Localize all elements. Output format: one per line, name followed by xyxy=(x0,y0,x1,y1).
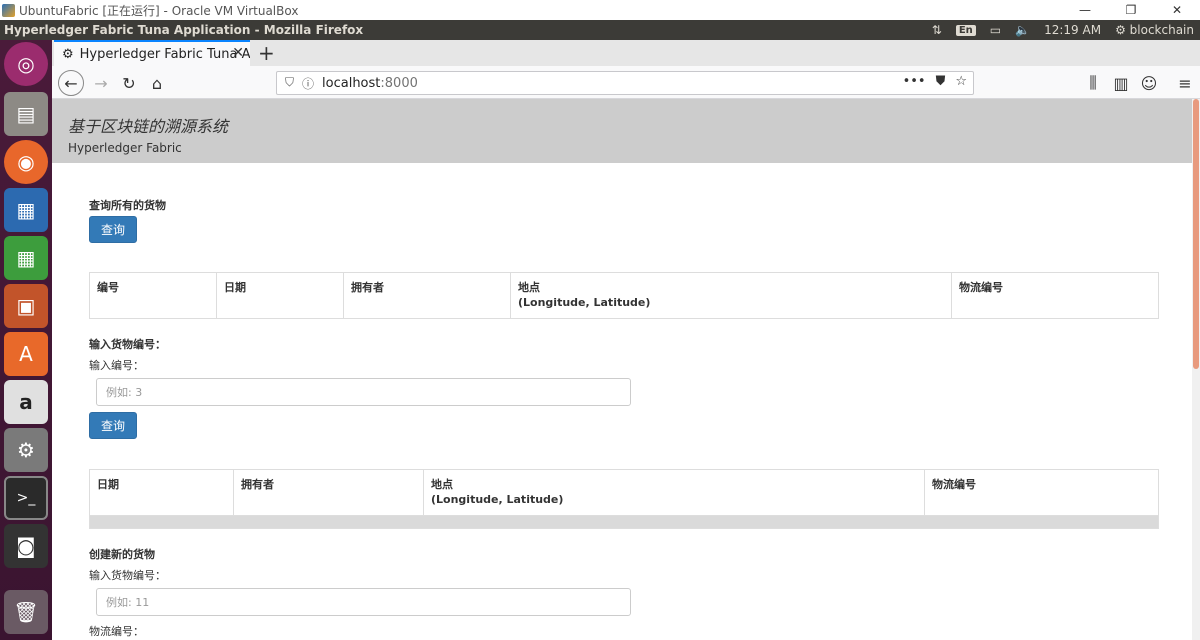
impress-icon[interactable]: ▣ xyxy=(4,284,48,328)
page-scrollbar[interactable] xyxy=(1192,99,1200,640)
page-title: 基于区块链的溯源系统 xyxy=(68,117,229,136)
col-owner: 拥有者 xyxy=(343,272,511,319)
page-actions-icon[interactable]: ••• xyxy=(903,74,926,89)
bookmark-star-icon[interactable]: ☆ xyxy=(955,74,967,89)
keyboard-layout[interactable]: En xyxy=(955,24,976,36)
clock[interactable]: 12:19 AM xyxy=(1044,23,1101,37)
col-location-label: 地点 xyxy=(431,478,453,491)
query-all-button[interactable]: 查询 xyxy=(89,216,137,243)
goods-id-input[interactable] xyxy=(96,378,631,406)
tab-favicon-icon: ⚙ xyxy=(62,46,74,62)
col-id: 编号 xyxy=(89,272,217,319)
create-id-label: 输入货物编号： xyxy=(89,569,166,582)
query-all-label: 查询所有的货物 xyxy=(89,199,166,212)
files-icon[interactable]: ▤ xyxy=(4,92,48,136)
sidebar-icon[interactable]: ▥ xyxy=(1108,70,1134,96)
active-app-title: Hyperledger Fabric Tuna Application - Mo… xyxy=(4,23,364,37)
calc-icon[interactable]: ▦ xyxy=(4,236,48,280)
host-window-title: UbuntuFabric [正在运行] - Oracle VM VirtualB… xyxy=(19,3,299,18)
table-header-row: 日期 拥有者 地点 (Longitude, Latitude) 物流编号 xyxy=(89,469,1159,516)
volume-icon[interactable]: 🔈 xyxy=(1015,23,1030,37)
query-one-label: 输入货物编号： xyxy=(89,338,166,351)
reload-icon[interactable]: ↻ xyxy=(116,70,142,96)
close-icon[interactable]: ✕ xyxy=(1154,0,1200,20)
tab-close-icon[interactable]: ✕ xyxy=(232,45,244,61)
col-location-sub: (Longitude, Latitude) xyxy=(431,493,564,506)
create-id-input[interactable] xyxy=(96,588,631,616)
url-bar[interactable]: ⛉ ⓘ localhost:8000 ••• ⛊ ☆ xyxy=(276,71,974,95)
forward-icon[interactable]: → xyxy=(88,70,114,96)
col-date: 日期 xyxy=(216,272,344,319)
restore-icon[interactable]: ❐ xyxy=(1108,0,1154,20)
software-center-icon[interactable]: A xyxy=(4,332,48,376)
page-header: 基于区块链的溯源系统 Hyperledger Fabric xyxy=(52,99,1192,163)
col-owner: 拥有者 xyxy=(233,469,424,516)
user-name: blockchain xyxy=(1129,23,1194,37)
new-tab-icon[interactable]: + xyxy=(258,41,275,65)
unity-launcher: ◎ ▤ ◉ ▦ ▦ ▣ A a ⚙ >_ ◙ 🗑 xyxy=(0,40,52,640)
firefox-icon[interactable]: ◉ xyxy=(4,140,48,184)
ubuntu-top-panel: Hyperledger Fabric Tuna Application - Mo… xyxy=(0,20,1200,40)
col-location-label: 地点 xyxy=(518,281,540,294)
goods-detail-table: 日期 拥有者 地点 (Longitude, Latitude) 物流编号 xyxy=(89,469,1159,529)
disk-icon[interactable]: ◙ xyxy=(4,524,48,568)
pocket-icon[interactable]: ⛊ xyxy=(936,74,946,89)
col-location: 地点 (Longitude, Latitude) xyxy=(510,272,952,319)
writer-icon[interactable]: ▦ xyxy=(4,188,48,232)
ubuntu-dash-icon[interactable]: ◎ xyxy=(4,42,48,86)
scrollbar-thumb[interactable] xyxy=(1193,99,1199,369)
browser-nav-bar: ← → ↻ ⌂ ⛉ ⓘ localhost:8000 ••• ⛊ ☆ ⫼ ▥ ☺ … xyxy=(52,66,1200,99)
host-window-titlebar: UbuntuFabric [正在运行] - Oracle VM VirtualB… xyxy=(0,0,1200,20)
info-icon[interactable]: ⓘ xyxy=(302,75,314,92)
tab-title: Hyperledger Fabric Tuna Application xyxy=(79,46,250,62)
network-icon[interactable]: ⇅ xyxy=(932,23,942,37)
col-logistics-id: 物流编号 xyxy=(951,272,1159,319)
back-icon[interactable]: ← xyxy=(58,70,84,96)
account-icon[interactable]: ☺ xyxy=(1136,70,1162,96)
minimize-icon[interactable]: — xyxy=(1062,0,1108,20)
page-subtitle: Hyperledger Fabric xyxy=(68,141,182,155)
settings-gear-icon: ⚙ xyxy=(1115,23,1126,37)
terminal-icon[interactable]: >_ xyxy=(4,476,48,520)
col-location: 地点 (Longitude, Latitude) xyxy=(423,469,925,516)
table-header-row: 编号 日期 拥有者 地点 (Longitude, Latitude) 物流编号 xyxy=(89,272,1159,319)
amazon-icon[interactable]: a xyxy=(4,380,48,424)
col-logistics-id: 物流编号 xyxy=(924,469,1159,516)
trash-icon[interactable]: 🗑 xyxy=(4,590,48,634)
table-row xyxy=(89,515,1159,529)
shield-icon[interactable]: ⛉ xyxy=(285,75,294,92)
system-settings-icon[interactable]: ⚙ xyxy=(4,428,48,472)
col-date: 日期 xyxy=(89,469,234,516)
home-icon[interactable]: ⌂ xyxy=(144,70,170,96)
battery-icon[interactable]: ▭ xyxy=(990,23,1001,37)
col-location-sub: (Longitude, Latitude) xyxy=(518,296,651,309)
page-content: 基于区块链的溯源系统 Hyperledger Fabric 查询所有的货物 查询… xyxy=(52,99,1192,640)
menu-icon[interactable]: ≡ xyxy=(1172,70,1198,96)
library-icon[interactable]: ⫼ xyxy=(1080,70,1106,96)
user-menu[interactable]: ⚙ blockchain xyxy=(1115,23,1194,37)
browser-tab-bar: ⚙ Hyperledger Fabric Tuna Application ✕ … xyxy=(52,40,1200,66)
all-goods-table: 编号 日期 拥有者 地点 (Longitude, Latitude) 物流编号 xyxy=(89,272,1159,319)
query-one-field-label: 输入编号： xyxy=(89,359,144,372)
virtualbox-icon xyxy=(2,3,15,17)
logistics-id-label: 物流编号： xyxy=(89,625,144,638)
create-goods-label: 创建新的货物 xyxy=(89,548,155,561)
tab-tuna-app[interactable]: ⚙ Hyperledger Fabric Tuna Application ✕ xyxy=(54,40,250,66)
query-one-button[interactable]: 查询 xyxy=(89,412,137,439)
url-port: :8000 xyxy=(380,75,418,91)
url-host: localhost xyxy=(322,75,381,91)
